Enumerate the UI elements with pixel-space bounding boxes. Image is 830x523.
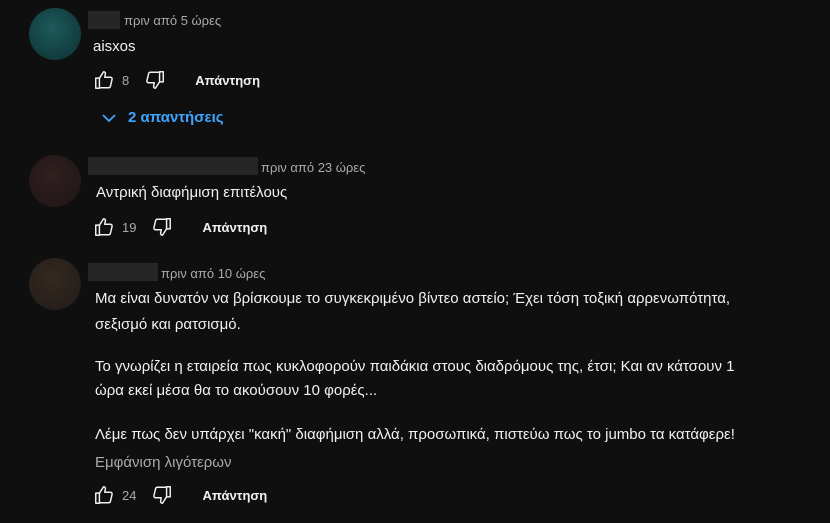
- author-name-redacted[interactable]: [88, 157, 258, 175]
- like-button[interactable]: [92, 68, 116, 92]
- avatar[interactable]: [29, 8, 81, 60]
- author-name-redacted[interactable]: [88, 11, 120, 29]
- thumbs-up-icon: [95, 486, 113, 504]
- like-count: 19: [122, 219, 137, 235]
- comment: πριν από 5 ώρες aisxos 8 Απάντηση 2 απαν…: [0, 0, 830, 140]
- comment-text-line: Το γνωρίζει η εταιρεία πως κυκλοφορούν π…: [95, 358, 735, 375]
- like-count: 24: [122, 487, 137, 503]
- comment-text: aisxos: [93, 38, 136, 55]
- dislike-button[interactable]: [143, 68, 167, 92]
- reply-button[interactable]: Απάντηση: [202, 488, 267, 503]
- thumbs-down-icon: [153, 486, 172, 504]
- replies-count-label: 2 απαντήσεις: [128, 109, 224, 126]
- comment-text: Αντρική διαφήμιση επιτέλους: [96, 184, 288, 201]
- thumbs-down-icon: [153, 218, 172, 236]
- view-replies-button[interactable]: 2 απαντήσεις: [102, 109, 224, 126]
- comment-text-line: σεξισμό και ρατσισμό.: [95, 316, 241, 333]
- comment: πριν από 10 ώρες Μα είναι δυνατόν να βρί…: [0, 255, 830, 523]
- avatar[interactable]: [29, 258, 81, 310]
- comment-text-line: Λέμε πως δεν υπάρχει "κακή" διαφήμιση αλ…: [95, 426, 735, 443]
- like-button[interactable]: [92, 215, 116, 239]
- reply-button[interactable]: Απάντηση: [202, 220, 267, 235]
- like-count: 8: [122, 72, 130, 88]
- comment-actions: 8 Απάντηση: [92, 68, 260, 92]
- comment-timestamp[interactable]: πριν από 23 ώρες: [261, 160, 365, 175]
- author-name-redacted[interactable]: [88, 263, 158, 281]
- show-less-button[interactable]: Εμφάνιση λιγότερων: [95, 454, 231, 471]
- comment: πριν από 23 ώρες Αντρική διαφήμιση επιτέ…: [0, 150, 830, 250]
- comment-timestamp[interactable]: πριν από 5 ώρες: [124, 13, 221, 28]
- thumbs-down-icon: [146, 71, 165, 89]
- comment-timestamp[interactable]: πριν από 10 ώρες: [161, 266, 265, 281]
- like-button[interactable]: [92, 483, 116, 507]
- thumbs-up-icon: [95, 71, 113, 89]
- comment-text-line: Μα είναι δυνατόν να βρίσκουμε το συγκεκρ…: [95, 290, 731, 307]
- comment-text-line: ώρα εκεί μέσα θα το ακούσουν 10 φορές...: [95, 382, 378, 399]
- chevron-down-icon: [102, 113, 116, 122]
- dislike-button[interactable]: [150, 215, 174, 239]
- dislike-button[interactable]: [150, 483, 174, 507]
- comment-actions: 19 Απάντηση: [92, 215, 267, 239]
- reply-button[interactable]: Απάντηση: [195, 73, 260, 88]
- thumbs-up-icon: [95, 218, 113, 236]
- avatar[interactable]: [29, 155, 81, 207]
- comment-actions: 24 Απάντηση: [92, 483, 267, 507]
